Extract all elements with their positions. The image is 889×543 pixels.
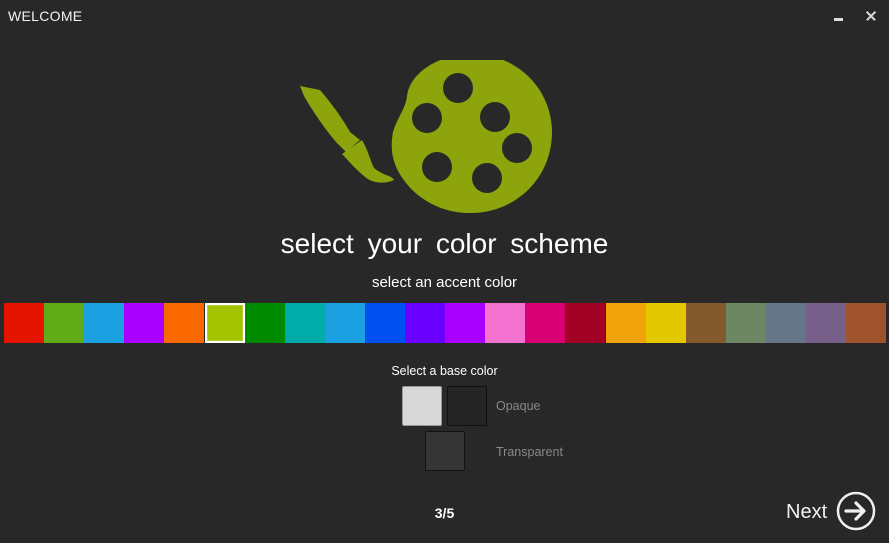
accent-swatch[interactable]: [485, 303, 525, 343]
palette-brush-icon: [290, 54, 560, 220]
accent-swatch[interactable]: [84, 303, 124, 343]
accent-swatch[interactable]: [646, 303, 686, 343]
minimize-icon[interactable]: [827, 6, 849, 26]
step-indicator: 3/5: [434, 505, 455, 521]
next-button[interactable]: Next: [784, 490, 878, 531]
accent-swatch[interactable]: [44, 303, 84, 343]
accent-color-label: select an accent color: [371, 274, 518, 291]
accent-swatch[interactable]: [164, 303, 204, 343]
accent-swatch[interactable]: [606, 303, 646, 343]
opaque-option[interactable]: Opaque: [496, 399, 540, 413]
accent-swatch[interactable]: [4, 303, 44, 343]
accent-swatch[interactable]: [445, 303, 485, 343]
accent-color-swatches: [4, 303, 886, 343]
accent-swatch[interactable]: [806, 303, 846, 343]
base-color-transparent[interactable]: [425, 431, 465, 471]
accent-swatch[interactable]: [525, 303, 565, 343]
accent-swatch[interactable]: [405, 303, 445, 343]
accent-swatch[interactable]: [245, 303, 285, 343]
next-button-label: Next: [786, 501, 828, 523]
close-icon[interactable]: [861, 6, 883, 26]
accent-swatch[interactable]: [205, 303, 245, 343]
title-bar: WELCOME: [0, 0, 889, 32]
accent-swatch[interactable]: [565, 303, 605, 343]
arrow-right-circle-icon: [836, 491, 876, 536]
accent-swatch[interactable]: [124, 303, 164, 343]
page-heading: select your color scheme: [280, 228, 609, 259]
accent-swatch[interactable]: [325, 303, 365, 343]
base-color-label: Select a base color: [391, 364, 498, 378]
accent-swatch[interactable]: [365, 303, 405, 343]
base-color-light[interactable]: [402, 386, 442, 426]
accent-swatch[interactable]: [766, 303, 806, 343]
accent-swatch[interactable]: [686, 303, 726, 343]
accent-swatch[interactable]: [726, 303, 766, 343]
transparent-option[interactable]: Transparent: [496, 445, 563, 459]
accent-swatch[interactable]: [285, 303, 325, 343]
accent-swatch[interactable]: [846, 303, 886, 343]
base-color-dark[interactable]: [447, 386, 487, 426]
window-title: WELCOME: [8, 8, 83, 24]
